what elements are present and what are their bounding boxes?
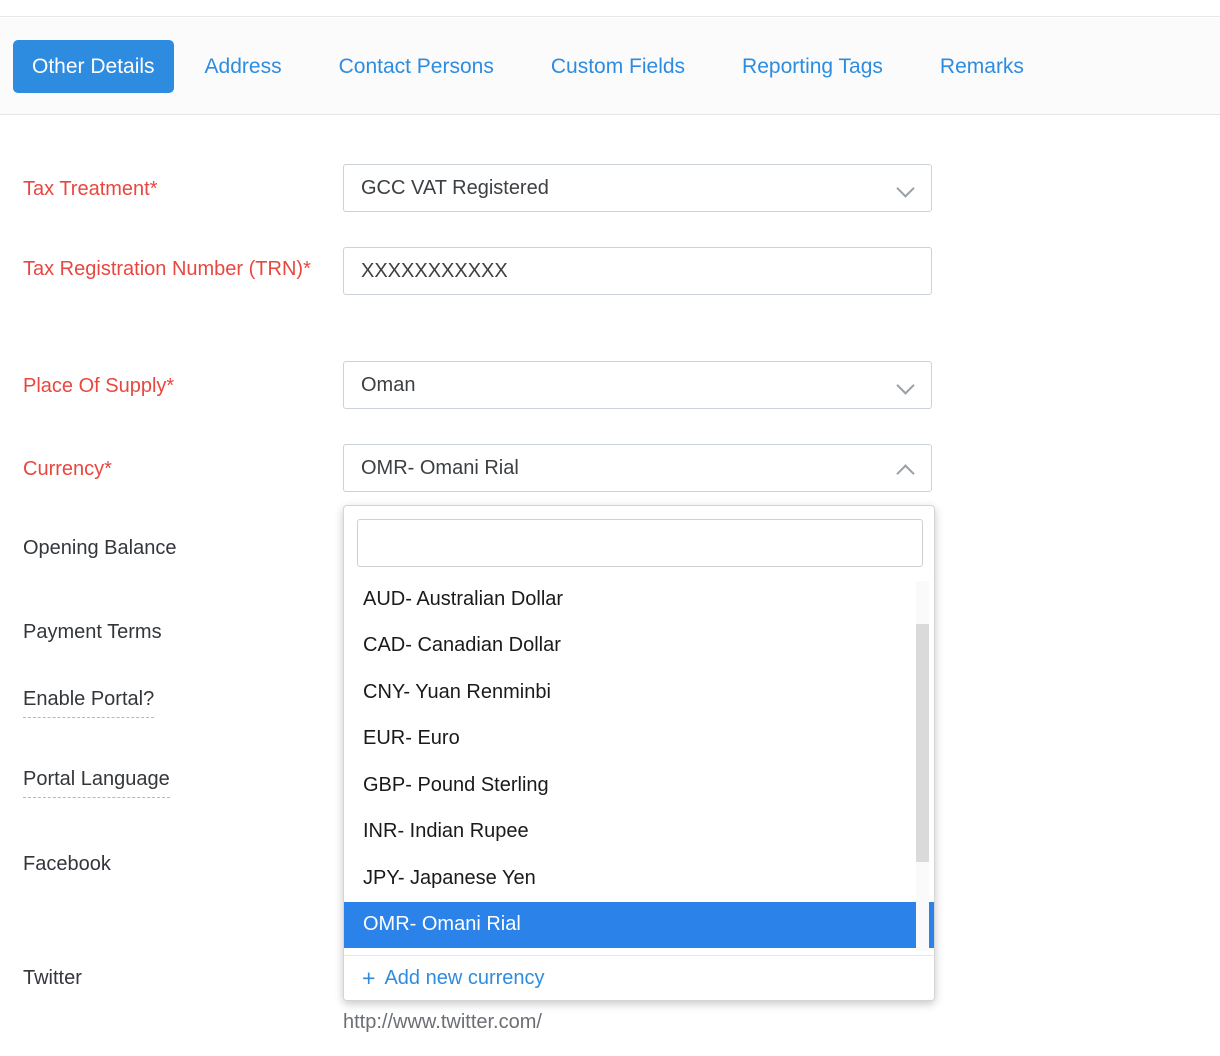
other-details-panel: Other Details Address Contact Persons Cu… — [0, 0, 1220, 1056]
list-item-selected[interactable]: OMR- Omani Rial — [344, 902, 935, 949]
select-currency-value: OMR- Omani Rial — [361, 457, 897, 480]
input-tax-registration-number[interactable]: XXXXXXXXXXX — [343, 247, 932, 295]
top-divider — [0, 0, 1220, 17]
list-item[interactable]: JPY- Japanese Yen — [344, 855, 935, 902]
select-tax-treatment[interactable]: GCC VAT Registered — [343, 164, 932, 212]
tab-contact-persons[interactable]: Contact Persons — [339, 56, 494, 77]
currency-search-input[interactable] — [357, 519, 923, 567]
select-place-of-supply-value: Oman — [361, 374, 897, 397]
label-enable-portal[interactable]: Enable Portal? — [23, 684, 154, 718]
label-portal-language[interactable]: Portal Language — [23, 764, 170, 798]
list-item[interactable]: CNY- Yuan Renminbi — [344, 669, 935, 716]
tab-other-details[interactable]: Other Details — [13, 40, 174, 93]
list-item[interactable]: EUR- Euro — [344, 716, 935, 763]
label-payment-terms: Payment Terms — [23, 614, 162, 650]
input-tax-registration-number-value: XXXXXXXXXXX — [361, 260, 917, 283]
add-new-currency-label: Add new currency — [384, 967, 544, 990]
tab-custom-fields[interactable]: Custom Fields — [551, 56, 685, 77]
currency-option-list[interactable]: AUD- Australian Dollar CAD- Canadian Dol… — [344, 576, 935, 956]
label-twitter: Twitter — [23, 960, 82, 996]
tab-address[interactable]: Address — [205, 56, 282, 77]
list-item[interactable]: CAD- Canadian Dollar — [344, 623, 935, 670]
list-item[interactable]: INR- Indian Rupee — [344, 809, 935, 856]
add-new-currency-button[interactable]: + Add new currency — [344, 955, 935, 1000]
list-item[interactable]: GBP- Pound Sterling — [344, 762, 935, 809]
tab-remarks[interactable]: Remarks — [940, 56, 1024, 77]
label-opening-balance: Opening Balance — [23, 530, 176, 566]
chevron-down-icon — [897, 375, 917, 395]
label-place-of-supply: Place Of Supply* — [23, 368, 174, 404]
list-item[interactable]: AUD- Australian Dollar — [344, 576, 935, 623]
plus-icon: + — [362, 967, 375, 990]
select-tax-treatment-value: GCC VAT Registered — [361, 177, 897, 200]
tab-reporting-tags[interactable]: Reporting Tags — [742, 56, 883, 77]
tab-bar: Other Details Address Contact Persons Cu… — [0, 18, 1220, 115]
chevron-down-icon — [897, 178, 917, 198]
label-tax-treatment: Tax Treatment* — [23, 171, 158, 207]
select-place-of-supply[interactable]: Oman — [343, 361, 932, 409]
label-tax-registration-number: Tax Registration Number (TRN)* — [23, 251, 323, 287]
currency-dropdown-panel: AUD- Australian Dollar CAD- Canadian Dol… — [343, 505, 935, 1001]
label-facebook: Facebook — [23, 846, 111, 882]
label-currency: Currency* — [23, 451, 112, 487]
dropdown-scrollbar-thumb[interactable] — [916, 624, 929, 862]
twitter-url-prefix: http://www.twitter.com/ — [343, 1011, 542, 1034]
chevron-up-icon — [897, 458, 917, 478]
select-currency[interactable]: OMR- Omani Rial — [343, 444, 932, 492]
